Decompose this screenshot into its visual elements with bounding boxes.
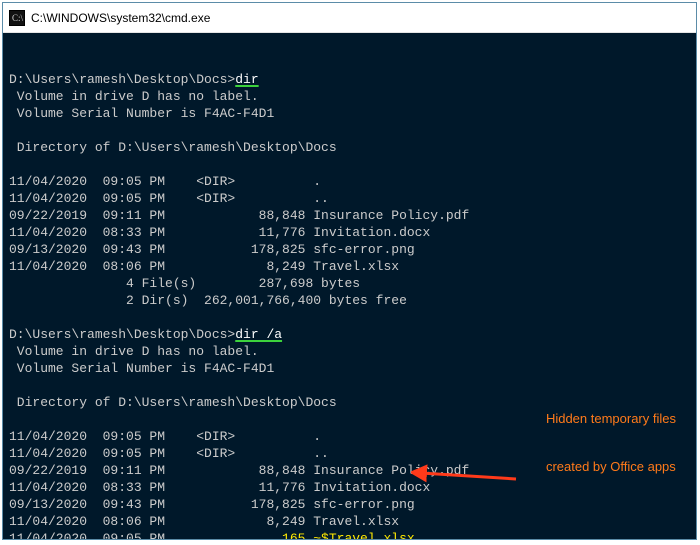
annotation-callout: Hidden temporary files created by Office… xyxy=(546,379,676,507)
annotation-line-2: created by Office apps xyxy=(546,459,676,475)
hidden-file-1: 165 ~$Travel.xlsx xyxy=(282,531,415,539)
listing-row: 11/04/2020 08:06 PM 8,249 Travel.xlsx xyxy=(9,514,399,529)
listing-row: 11/04/2020 09:05 PM <DIR> . xyxy=(9,174,321,189)
prompt-path: D:\Users\ramesh\Desktop\Docs> xyxy=(9,72,235,87)
cmd-icon: C:\ xyxy=(9,10,25,26)
command-dir: dir xyxy=(235,72,258,87)
serial-line: Volume Serial Number is F4AC-F4D1 xyxy=(9,106,274,121)
prompt-line-2: D:\Users\ramesh\Desktop\Docs>dir /a xyxy=(9,327,282,342)
directory-of-line: Directory of D:\Users\ramesh\Desktop\Doc… xyxy=(9,395,337,410)
listing-row: 09/13/2020 09:43 PM 178,825 sfc-error.pn… xyxy=(9,497,415,512)
listing-row: 11/04/2020 09:05 PM <DIR> .. xyxy=(9,191,329,206)
summary-files: 4 File(s) 287,698 bytes xyxy=(9,276,360,291)
prompt-path: D:\Users\ramesh\Desktop\Docs> xyxy=(9,327,235,342)
listing-row: 11/04/2020 09:05 PM <DIR> . xyxy=(9,429,321,444)
svg-text:C:\: C:\ xyxy=(12,13,24,23)
listing-row: 09/13/2020 09:43 PM 178,825 sfc-error.pn… xyxy=(9,242,415,257)
listing-row: 11/04/2020 08:33 PM 11,776 Invitation.do… xyxy=(9,480,430,495)
directory-of-line: Directory of D:\Users\ramesh\Desktop\Doc… xyxy=(9,140,337,155)
listing-row: 11/04/2020 08:06 PM 8,249 Travel.xlsx xyxy=(9,259,399,274)
hidden-file-row: 11/04/2020 09:05 PM 165 ~$Travel.xlsx xyxy=(9,531,415,539)
listing-row: 09/22/2019 09:11 PM 88,848 Insurance Pol… xyxy=(9,463,469,478)
listing-row: 11/04/2020 08:33 PM 11,776 Invitation.do… xyxy=(9,225,430,240)
serial-line: Volume Serial Number is F4AC-F4D1 xyxy=(9,361,274,376)
command-dir-a: dir /a xyxy=(235,327,282,342)
cmd-window: C:\ C:\WINDOWS\system32\cmd.exe D:\Users… xyxy=(2,2,697,540)
terminal-output[interactable]: D:\Users\ramesh\Desktop\Docs>dir Volume … xyxy=(3,33,696,539)
titlebar[interactable]: C:\ C:\WINDOWS\system32\cmd.exe xyxy=(3,3,696,33)
row-prefix: 11/04/2020 09:05 PM xyxy=(9,531,282,539)
prompt-line-1: D:\Users\ramesh\Desktop\Docs>dir xyxy=(9,72,259,87)
annotation-line-1: Hidden temporary files xyxy=(546,411,676,427)
window-title: C:\WINDOWS\system32\cmd.exe xyxy=(31,11,210,25)
listing-row: 11/04/2020 09:05 PM <DIR> .. xyxy=(9,446,329,461)
volume-line: Volume in drive D has no label. xyxy=(9,344,259,359)
listing-row: 09/22/2019 09:11 PM 88,848 Insurance Pol… xyxy=(9,208,469,223)
summary-dirs: 2 Dir(s) 262,001,766,400 bytes free xyxy=(9,293,407,308)
volume-line: Volume in drive D has no label. xyxy=(9,89,259,104)
